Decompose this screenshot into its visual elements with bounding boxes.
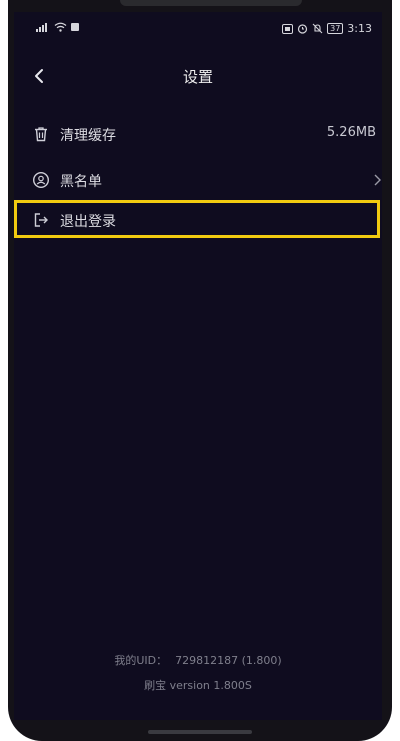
user-block-icon bbox=[32, 171, 50, 189]
version-line: 刷宝 version 1.800S bbox=[144, 679, 252, 692]
wifi-icon bbox=[54, 22, 67, 32]
app-header: 设置 bbox=[14, 62, 382, 92]
camera-notch bbox=[120, 0, 302, 6]
page-title: 设置 bbox=[182, 68, 213, 86]
logout-row[interactable]: 退出登录 bbox=[14, 202, 382, 238]
trash-icon bbox=[35, 127, 47, 142]
alarm-icon bbox=[298, 24, 308, 34]
device: 37 3:13 设置 清理缓存 5.26MB 黑名单 退出登录 我的UID： 7… bbox=[0, 0, 400, 741]
home-indicator bbox=[148, 730, 252, 734]
logout-label: 退出登录 bbox=[60, 214, 116, 230]
uid-label: 我的UID： bbox=[114, 654, 168, 667]
status-bar: 37 3:13 bbox=[14, 20, 382, 38]
signal-icon bbox=[36, 23, 47, 32]
notification-icon bbox=[71, 23, 79, 31]
blacklist-label: 黑名单 bbox=[60, 174, 102, 190]
app-screen: 37 3:13 设置 清理缓存 5.26MB 黑名单 退出登录 我的UID： 7… bbox=[14, 12, 382, 720]
cache-size-value: 5.26MB bbox=[326, 125, 376, 140]
logout-icon bbox=[34, 213, 48, 227]
status-time: 3:13 bbox=[347, 22, 372, 35]
mute-icon bbox=[312, 23, 323, 34]
uid-value: 729812187 (1.800) bbox=[175, 654, 282, 667]
status-right: 37 3:13 bbox=[282, 22, 372, 35]
clear-cache-label: 清理缓存 bbox=[60, 128, 116, 144]
blacklist-row[interactable]: 黑名单 bbox=[14, 162, 382, 198]
uid-line: 我的UID： 729812187 (1.800) bbox=[14, 652, 382, 668]
nfc-icon bbox=[282, 23, 294, 34]
status-left bbox=[36, 22, 79, 32]
chevron-right-icon bbox=[374, 174, 381, 186]
battery-indicator: 37 bbox=[327, 23, 344, 34]
clear-cache-row[interactable]: 清理缓存 5.26MB bbox=[14, 116, 382, 152]
